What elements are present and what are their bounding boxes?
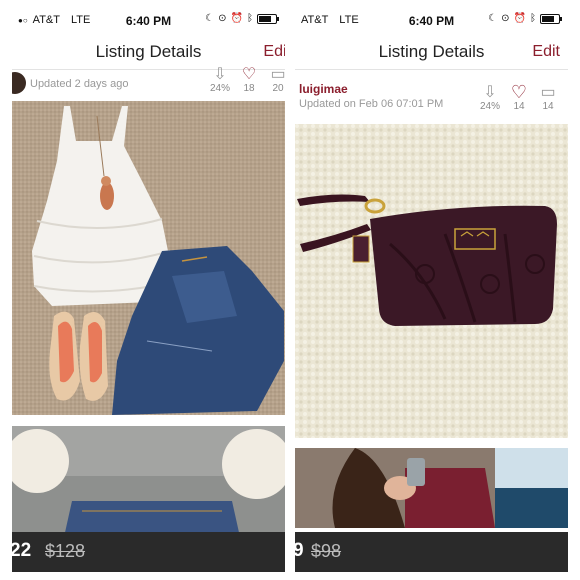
updated-text: Updated on Feb 06 07:01 PM: [299, 98, 444, 110]
page-title: Listing Details: [378, 42, 485, 61]
like-count: 14: [513, 101, 525, 112]
battery-icon: [257, 13, 279, 24]
listing-header: Updated 2 days ago ⇩ 24% ♡ 18 ▭ 20: [12, 66, 285, 102]
right-screenshot: AT&T LTE 6:40 PM ☾ ⊙ ⏰ ᛒ Listing Details…: [295, 8, 568, 572]
status-icons: ☾ ⊙ ⏰ ᛒ: [488, 13, 562, 24]
second-photo[interactable]: [295, 448, 568, 528]
wristlet-photo-illustration: [295, 124, 568, 438]
alarm-icon: ⏰: [230, 13, 243, 24]
share-down-icon: ⇩: [483, 84, 497, 101]
like-stat[interactable]: ♡ 14: [504, 82, 534, 112]
share-stat[interactable]: ⇩ 24%: [205, 64, 235, 94]
jeans-pillow-illustration: [12, 426, 285, 546]
moon-icon: ☾: [488, 13, 498, 24]
status-bar: ●○ AT&T LTE 6:40 PM ☾ ⊙ ⏰ ᛒ: [12, 8, 285, 32]
listing-photo[interactable]: [295, 124, 568, 438]
rotation-lock-icon: ⊙: [501, 13, 510, 24]
status-icons: ☾ ⊙ ⏰ ᛒ: [205, 13, 279, 24]
original-price: $98: [311, 541, 342, 561]
page-title: Listing Details: [95, 42, 202, 61]
current-price: 9: [295, 540, 304, 561]
like-stat[interactable]: ♡ 18: [234, 64, 264, 94]
like-count: 18: [243, 83, 255, 94]
price-bar: 22 $128: [12, 532, 285, 572]
alarm-icon: ⏰: [513, 13, 526, 24]
share-stat[interactable]: ⇩ 24%: [475, 82, 505, 112]
edit-button[interactable]: Edit: [532, 43, 560, 61]
second-photo[interactable]: [12, 426, 285, 546]
bluetooth-icon: ᛒ: [247, 13, 253, 24]
comment-icon: ▭: [270, 66, 285, 83]
left-screenshot: ●○ AT&T LTE 6:40 PM ☾ ⊙ ⏰ ᛒ Listing Deta…: [12, 8, 285, 572]
comment-stat[interactable]: ▭ 14: [533, 82, 563, 112]
bluetooth-icon: ᛒ: [530, 13, 536, 24]
listing-photo[interactable]: [12, 101, 285, 415]
comment-count: 14: [542, 101, 554, 112]
listing-header: luigimae Updated on Feb 06 07:01 PM ⇩ 24…: [295, 72, 568, 120]
updated-text: Updated 2 days ago: [30, 78, 129, 90]
moon-icon: ☾: [205, 13, 215, 24]
battery-icon: [540, 13, 562, 24]
original-price: $128: [45, 541, 86, 561]
nav-bar: Listing Details Edit: [295, 34, 568, 70]
comment-count: 20: [272, 83, 284, 94]
comment-stat[interactable]: ▭ 20: [263, 64, 285, 94]
share-down-icon: ⇩: [213, 66, 227, 83]
status-bar: AT&T LTE 6:40 PM ☾ ⊙ ⏰ ᛒ: [295, 8, 568, 32]
comment-icon: ▭: [540, 84, 556, 101]
avatar[interactable]: [12, 72, 26, 94]
rotation-lock-icon: ⊙: [218, 13, 227, 24]
outfit-photo-illustration: [12, 101, 285, 415]
price-bar: 9 $98: [295, 532, 568, 572]
current-price: 22: [12, 540, 32, 561]
heart-icon: ♡: [241, 66, 257, 83]
seller-username[interactable]: luigimae: [299, 82, 348, 96]
heart-icon: ♡: [510, 82, 528, 102]
person-photo-illustration: [295, 448, 568, 528]
share-percent: 24%: [479, 101, 500, 112]
share-percent: 24%: [209, 83, 230, 94]
edit-button[interactable]: Edit: [263, 43, 285, 61]
